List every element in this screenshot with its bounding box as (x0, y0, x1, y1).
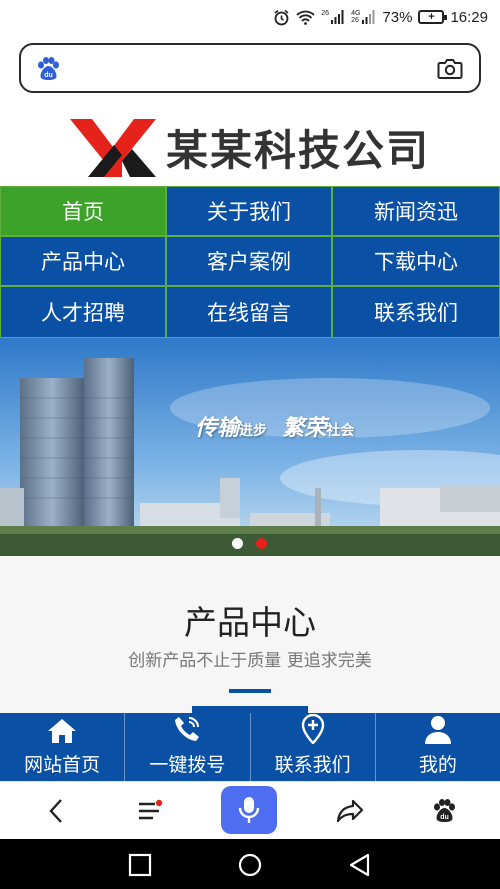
nav-contact[interactable]: 联系我们 (332, 286, 500, 338)
nav-products[interactable]: 产品中心 (0, 236, 166, 286)
location-pin-icon (301, 714, 324, 744)
menu-button[interactable] (130, 791, 170, 831)
battery-icon: + (418, 10, 448, 24)
search-input[interactable] (81, 55, 431, 83)
user-icon (424, 716, 451, 744)
carousel-dot-2-active[interactable] (256, 538, 267, 549)
search-bar[interactable]: du (19, 43, 481, 93)
menu-icon (139, 799, 163, 820)
mobile-screen: 26 4G 26 73% + 16:29 du 某某科技公司 首页 关于我们 新… (0, 0, 500, 889)
wifi-icon (296, 10, 315, 25)
clock: 16:29 (450, 8, 488, 26)
baidu-icon: du (434, 799, 455, 822)
products-section: 产品中心 创新产品不止于质量 更追求完美 (0, 556, 500, 714)
hero-banner[interactable] (0, 338, 500, 556)
section-subtitle: 创新产品不止于质量 更追求完美 (128, 651, 372, 671)
banner-slogan: 传输进步 繁荣社会 (195, 416, 355, 441)
site-bottom-nav: 网站首页 一键拨号 联系我们 我的 (0, 713, 500, 781)
mic-icon (238, 797, 260, 823)
signal-2-icon (362, 10, 375, 24)
site-nav-dial[interactable]: 一键拨号 (125, 713, 251, 781)
main-nav-grid: 首页 关于我们 新闻资迅 产品中心 客户案例 下载中心 人才招聘 在线留言 联系… (0, 186, 500, 338)
status-icons: 26 4G 26 73% + 16:29 (273, 6, 488, 28)
alarm-icon (274, 9, 289, 25)
nav-cases[interactable]: 客户案例 (166, 236, 332, 286)
baidu-home-button[interactable]: du (424, 791, 464, 831)
battery-percent: 73% (382, 8, 413, 26)
back-icon (49, 799, 62, 823)
nav-downloads[interactable]: 下载中心 (332, 236, 500, 286)
section-underline (229, 689, 271, 693)
baidu-paw-icon[interactable]: du (35, 56, 61, 82)
nav-careers[interactable]: 人才招聘 (0, 286, 166, 338)
site-header: 某某科技公司 (0, 110, 500, 185)
site-nav-home[interactable]: 网站首页 (0, 713, 126, 781)
carousel-dot-1[interactable] (232, 538, 243, 549)
android-nav-bar (0, 839, 500, 889)
signal-2-label: 4G 26 (351, 10, 361, 24)
site-nav-contact[interactable]: 联系我们 (251, 713, 376, 781)
camera-icon[interactable] (437, 57, 463, 81)
site-nav-home-label: 网站首页 (24, 754, 101, 776)
browser-toolbar: du (0, 781, 500, 839)
back-triangle-icon[interactable] (347, 852, 373, 878)
nav-message[interactable]: 在线留言 (166, 286, 332, 338)
banner-image (0, 338, 500, 556)
company-logo[interactable] (69, 117, 156, 179)
share-icon (336, 799, 364, 823)
section-title: 产品中心 (184, 603, 316, 642)
site-nav-mine-label: 我的 (418, 754, 457, 776)
site-nav-dial-label: 一键拨号 (149, 754, 226, 776)
voice-search-button[interactable] (221, 786, 277, 834)
nav-news[interactable]: 新闻资迅 (332, 186, 500, 236)
recents-icon[interactable] (127, 852, 153, 878)
share-button[interactable] (330, 791, 370, 831)
battery-glyph: + (428, 11, 435, 23)
home-icon (48, 719, 77, 743)
svg-text:du: du (44, 72, 53, 79)
site-nav-mine[interactable]: 我的 (376, 713, 500, 781)
nav-home[interactable]: 首页 (0, 186, 166, 236)
status-bar: 26 4G 26 73% + 16:29 (0, 0, 500, 34)
phone-icon (175, 717, 200, 741)
signal-1-icon (331, 10, 344, 24)
nav-about[interactable]: 关于我们 (166, 186, 332, 236)
signal-1-label: 26 (321, 10, 330, 17)
svg-text:du: du (440, 814, 449, 821)
company-name: 某某科技公司 (165, 126, 430, 175)
back-button[interactable] (36, 791, 76, 831)
site-nav-contact-label: 联系我们 (274, 754, 351, 776)
home-circle-icon[interactable] (237, 852, 263, 878)
